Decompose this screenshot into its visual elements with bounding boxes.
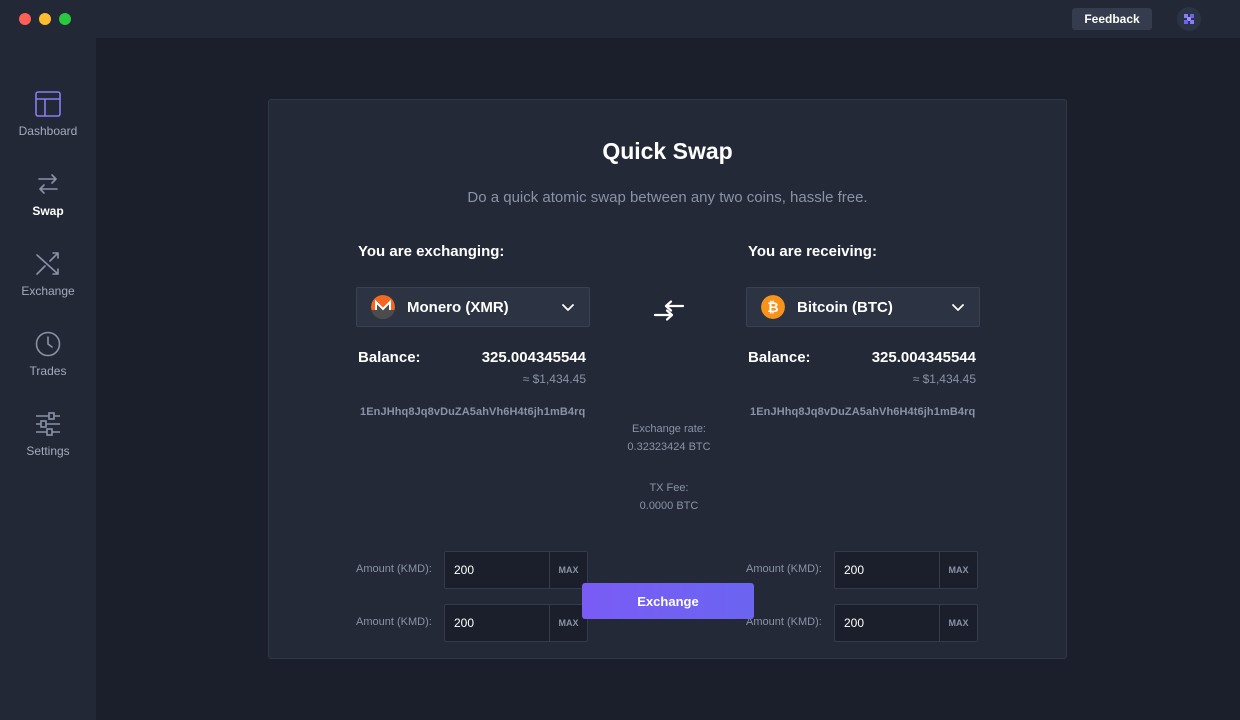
balance-label: Balance: xyxy=(748,349,811,366)
svg-text:₿: ₿ xyxy=(767,300,778,316)
avatar[interactable] xyxy=(1177,7,1201,31)
swap-icon xyxy=(38,174,58,194)
exchanging-heading: You are exchanging: xyxy=(358,243,505,260)
tx-fee-label: TX Fee: xyxy=(649,482,689,494)
amount-field: MAX xyxy=(834,604,978,642)
max-button[interactable]: MAX xyxy=(939,552,977,588)
minimize-window-button[interactable] xyxy=(39,13,51,25)
amount-field: MAX xyxy=(834,551,978,589)
sidebar-item-label: Trades xyxy=(29,364,67,378)
amount-input[interactable] xyxy=(445,552,550,588)
dashboard-icon xyxy=(35,91,61,117)
sidebar-item-swap[interactable]: Swap xyxy=(0,170,96,240)
balance-usd: ≈ $1,434.45 xyxy=(522,372,586,386)
sliders-icon xyxy=(36,412,60,436)
sidebar-item-dashboard[interactable]: Dashboard xyxy=(0,90,96,160)
user-avatar-icon xyxy=(1184,14,1194,24)
max-button[interactable]: MAX xyxy=(939,605,977,641)
page-subtitle: Do a quick atomic swap between any two c… xyxy=(467,189,868,206)
bitcoin-icon: ₿ xyxy=(761,295,785,319)
sidebar-item-label: Exchange xyxy=(21,284,75,298)
from-coin-name: Monero (XMR) xyxy=(407,298,509,316)
balance-value: 325.004345544 xyxy=(481,349,586,366)
amount-row: Amount (KMD): MAX xyxy=(356,551,590,589)
maximize-window-button[interactable] xyxy=(59,13,71,25)
title-bar: Feedback xyxy=(0,0,1240,38)
wallet-address[interactable]: 1EnJHhq8Jq8vDuZA5ahVh6H4t6jh1mB4rq xyxy=(750,406,975,418)
balance-value: 325.004345544 xyxy=(871,349,976,366)
feedback-button[interactable]: Feedback xyxy=(1072,8,1152,30)
quick-swap-panel: Quick Swap Do a quick atomic swap betwee… xyxy=(268,99,1067,659)
sidebar-item-label: Dashboard xyxy=(18,124,78,138)
sidebar-item-trades[interactable]: Trades xyxy=(0,330,96,400)
amount-label: Amount (KMD): xyxy=(356,563,432,575)
sidebar-item-label: Swap xyxy=(32,204,64,218)
exchange-rate-label: Exchange rate: xyxy=(632,423,706,435)
amount-row: Amount (KMD): MAX xyxy=(356,604,590,642)
tx-fee-info: TX Fee: 0.0000 BTC xyxy=(599,479,739,515)
balance-label: Balance: xyxy=(358,349,421,366)
amount-field: MAX xyxy=(444,551,588,589)
balance-usd: ≈ $1,434.45 xyxy=(912,372,976,386)
page-title: Quick Swap xyxy=(602,138,733,164)
amount-input[interactable] xyxy=(835,552,940,588)
to-coin-name: Bitcoin (BTC) xyxy=(797,298,893,316)
exchange-button[interactable]: Exchange xyxy=(582,583,754,619)
to-coin-select[interactable]: ₿ Bitcoin (BTC) xyxy=(746,287,980,327)
amount-row: Amount (KMD): MAX xyxy=(746,604,980,642)
sidebar-item-settings[interactable]: Settings xyxy=(0,410,96,480)
swap-direction-icon[interactable] xyxy=(652,300,686,324)
chevron-down-icon xyxy=(952,304,964,311)
exchange-icon xyxy=(36,252,59,275)
exchange-rate-value: 0.32323424 BTC xyxy=(627,441,711,453)
amount-field: MAX xyxy=(444,604,588,642)
sidebar-item-label: Settings xyxy=(26,444,70,458)
sidebar: Dashboard Swap Exchange Trades Settings xyxy=(0,38,96,720)
chevron-down-icon xyxy=(562,304,574,311)
tx-fee-value: 0.0000 BTC xyxy=(639,500,699,512)
max-button[interactable]: MAX xyxy=(549,552,587,588)
amount-row: Amount (KMD): MAX xyxy=(746,551,980,589)
from-coin-select[interactable]: Monero (XMR) xyxy=(356,287,590,327)
sidebar-item-exchange[interactable]: Exchange xyxy=(0,250,96,320)
amount-input[interactable] xyxy=(835,605,940,641)
close-window-button[interactable] xyxy=(19,13,31,25)
wallet-address[interactable]: 1EnJHhq8Jq8vDuZA5ahVh6H4t6jh1mB4rq xyxy=(360,406,585,418)
amount-label: Amount (KMD): xyxy=(746,563,822,575)
amount-label: Amount (KMD): xyxy=(746,616,822,628)
clock-icon xyxy=(35,331,61,357)
monero-icon xyxy=(371,295,395,319)
exchange-rate-info: Exchange rate: 0.32323424 BTC xyxy=(599,420,739,456)
receiving-heading: You are receiving: xyxy=(748,243,877,260)
amount-input[interactable] xyxy=(445,605,550,641)
amount-label: Amount (KMD): xyxy=(356,616,432,628)
